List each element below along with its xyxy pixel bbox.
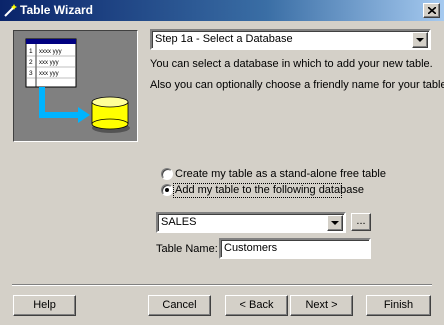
description-line-2: Also you can optionally choose a friendl… (150, 79, 444, 91)
step-select[interactable]: Step 1a - Select a Database (150, 29, 431, 50)
illus-row-3-num: 3 (29, 70, 33, 77)
free-table-radio-label[interactable]: Create my table as a stand-alone free ta… (175, 168, 386, 181)
help-button[interactable]: Help (13, 295, 76, 316)
close-icon (428, 7, 436, 14)
illus-row-2-num: 2 (29, 59, 33, 66)
back-button[interactable]: < Back (225, 295, 288, 316)
database-select-value: SALES (161, 216, 197, 228)
next-button[interactable]: Next > (290, 295, 353, 316)
add-to-database-radio-label[interactable]: Add my table to the following database (175, 184, 364, 197)
button-separator (12, 284, 432, 286)
wizard-illustration: 1 xxxx yyy 2 xxx yyy 3 xxx yyy (13, 30, 138, 142)
browse-database-button[interactable]: ... (351, 213, 371, 231)
step-dropdown-button[interactable] (412, 32, 428, 48)
add-to-database-radio[interactable] (161, 184, 173, 196)
illus-row-1-num: 1 (29, 48, 33, 55)
window-title: Table Wizard (20, 3, 94, 17)
free-table-radio[interactable] (161, 168, 173, 180)
wizard-wand-icon (3, 3, 18, 18)
title-bar: Table Wizard (0, 0, 444, 21)
chevron-down-icon (331, 221, 339, 225)
cancel-button[interactable]: Cancel (148, 295, 211, 316)
illus-row-1-text: xxxx yyy (39, 49, 62, 55)
illus-row-2-text: xxx yyy (39, 60, 59, 66)
step-select-value: Step 1a - Select a Database (155, 33, 293, 45)
database-dropdown-button[interactable] (327, 215, 343, 231)
table-name-input-value: Customers (224, 242, 278, 254)
description-line-1: You can select a database in which to ad… (150, 58, 433, 70)
table-name-input[interactable]: Customers (219, 238, 371, 259)
finish-button[interactable]: Finish (366, 295, 431, 316)
database-select[interactable]: SALES (156, 212, 346, 233)
radio-selected-dot (165, 188, 169, 192)
close-button[interactable] (423, 3, 440, 18)
table-name-label: Table Name: (156, 243, 218, 255)
illus-row-3-text: xxx yyy (39, 71, 59, 77)
chevron-down-icon (416, 38, 424, 42)
